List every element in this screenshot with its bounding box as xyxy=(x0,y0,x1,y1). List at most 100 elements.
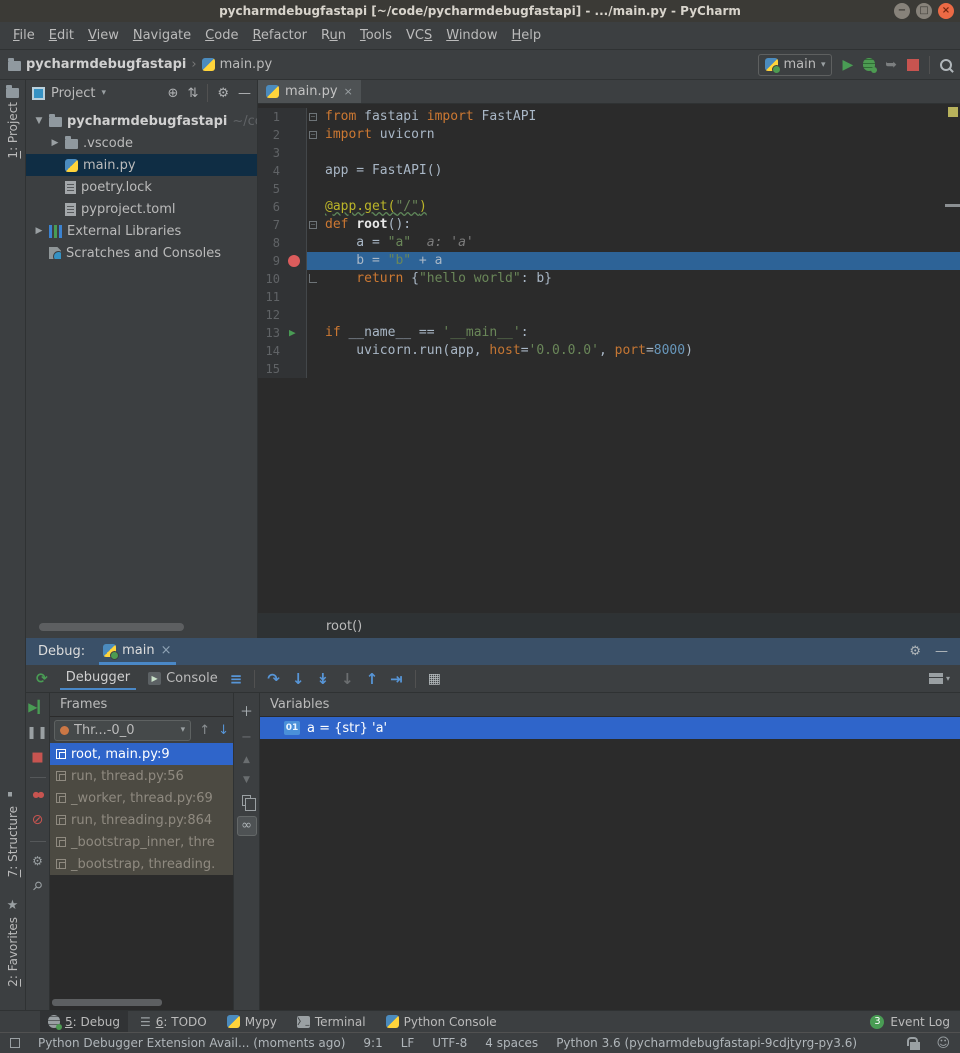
fold-column[interactable] xyxy=(306,324,320,342)
breakpoint-icon[interactable] xyxy=(288,255,300,267)
gutter[interactable] xyxy=(284,270,306,288)
gutter[interactable] xyxy=(284,126,306,144)
force-step-into-icon[interactable]: ↓ xyxy=(341,670,354,688)
close-icon[interactable]: × xyxy=(161,643,172,658)
fold-column[interactable]: − xyxy=(306,108,320,126)
tree-item-pycharmdebugfastapi[interactable]: ▼pycharmdebugfastapi ~/code/pycharmdebug… xyxy=(26,110,257,132)
warning-stripe-mark[interactable] xyxy=(945,204,960,207)
view-options-icon[interactable]: ≡ xyxy=(230,670,243,688)
tab-debugger[interactable]: Debugger xyxy=(60,667,136,690)
menu-file[interactable]: File xyxy=(6,24,42,47)
run-config-selector[interactable]: main ▾ xyxy=(758,54,832,76)
frame-row[interactable]: _bootstrap, threading. xyxy=(50,853,233,875)
menu-navigate[interactable]: Navigate xyxy=(126,24,198,47)
gutter[interactable] xyxy=(284,306,306,324)
breadcrumb-file[interactable]: main.py xyxy=(220,57,273,72)
line-number[interactable]: 5 xyxy=(258,180,284,198)
line-number[interactable]: 14 xyxy=(258,342,284,360)
next-frame-icon[interactable]: ↓ xyxy=(218,723,229,738)
code-line[interactable]: 5 xyxy=(258,180,960,198)
expand-arrow-icon[interactable]: ▶ xyxy=(50,138,60,148)
gear-icon[interactable]: ⚙ xyxy=(909,644,921,659)
pin-icon[interactable]: ⚲ xyxy=(30,879,45,894)
stop-button[interactable]: ■ xyxy=(31,751,43,764)
rerun-icon[interactable]: ⟳ xyxy=(36,672,48,686)
step-out-icon[interactable]: ↑ xyxy=(366,670,379,688)
fold-column[interactable] xyxy=(306,180,320,198)
event-log-button[interactable]: 3 Event Log xyxy=(870,1015,960,1029)
menu-code[interactable]: Code xyxy=(198,24,245,47)
mute-breakpoints-button[interactable]: ⊘ xyxy=(32,812,44,828)
fold-column[interactable] xyxy=(306,288,320,306)
tab-main-py[interactable]: main.py × xyxy=(258,80,361,103)
code-line[interactable]: 8 a = "a" a: 'a' xyxy=(258,234,960,252)
toolwindow-python-console[interactable]: Python Console xyxy=(378,1011,505,1032)
line-number[interactable]: 11 xyxy=(258,288,284,306)
fold-icon[interactable]: − xyxy=(309,131,317,139)
tree-item--vscode[interactable]: ▶.vscode xyxy=(26,132,257,154)
gutter[interactable] xyxy=(284,360,306,378)
line-number[interactable]: 10 xyxy=(258,270,284,288)
gutter[interactable] xyxy=(284,342,306,360)
sidebar-item-structure[interactable]: 7: Structure xyxy=(0,792,25,877)
menu-view[interactable]: View xyxy=(81,24,126,47)
tab-console[interactable]: ▶ Console xyxy=(148,671,218,686)
status-message[interactable]: Python Debugger Extension Avail... (mome… xyxy=(38,1036,345,1050)
gutter[interactable] xyxy=(284,252,306,270)
fold-column[interactable] xyxy=(306,234,320,252)
sidebar-item-favorites[interactable]: ★ 2: Favorites xyxy=(0,898,25,987)
debug-session-tab[interactable]: main × xyxy=(99,638,175,665)
close-button[interactable]: × xyxy=(938,3,954,19)
show-watches-toggle[interactable]: ∞ xyxy=(237,816,257,836)
menu-run[interactable]: Run xyxy=(314,24,353,47)
code-line[interactable]: 13▶if __name__ == '__main__': xyxy=(258,324,960,342)
code-line[interactable]: 2−import uvicorn xyxy=(258,126,960,144)
variable-row[interactable]: 01 a = {str} 'a' xyxy=(260,717,960,739)
sidebar-item-project[interactable]: 1: Project xyxy=(0,86,25,159)
thread-selector[interactable]: Thr...-0_0 ▾ xyxy=(54,720,191,741)
code-line[interactable]: 1−from fastapi import FastAPI xyxy=(258,108,960,126)
gutter[interactable] xyxy=(284,234,306,252)
fold-column[interactable] xyxy=(306,342,320,360)
frame-row[interactable]: _bootstrap_inner, thre xyxy=(50,831,233,853)
code-line[interactable]: 7−def root(): xyxy=(258,216,960,234)
code-line[interactable]: 3 xyxy=(258,144,960,162)
inspection-profile-icon[interactable]: ☺ xyxy=(936,1036,950,1051)
line-number[interactable]: 6 xyxy=(258,198,284,216)
run-to-cursor-icon[interactable]: ⇥ xyxy=(390,670,403,688)
gutter[interactable] xyxy=(284,144,306,162)
file-encoding[interactable]: UTF-8 xyxy=(432,1036,467,1050)
gutter[interactable] xyxy=(284,162,306,180)
run-button[interactable]: ▶ xyxy=(842,58,853,72)
toolwindow-5-debug[interactable]: 5: Debug xyxy=(40,1011,128,1032)
fold-icon[interactable]: − xyxy=(309,113,317,121)
duplicate-icon[interactable] xyxy=(242,795,251,806)
toolwindow-mypy[interactable]: Mypy xyxy=(219,1011,285,1032)
move-down-icon[interactable]: ▼ xyxy=(243,775,250,785)
menu-window[interactable]: Window xyxy=(439,24,504,47)
line-number[interactable]: 4 xyxy=(258,162,284,180)
gutter[interactable] xyxy=(284,180,306,198)
collapse-all-icon[interactable]: ⇅ xyxy=(187,86,198,101)
line-number[interactable]: 15 xyxy=(258,360,284,378)
chevron-down-icon[interactable]: ▾ xyxy=(101,88,106,98)
view-breakpoints-button[interactable]: ●● xyxy=(33,791,43,799)
gutter[interactable] xyxy=(284,216,306,234)
fold-column[interactable] xyxy=(306,162,320,180)
menu-vcs[interactable]: VCS xyxy=(399,24,439,47)
menu-edit[interactable]: Edit xyxy=(42,24,81,47)
line-number[interactable]: 8 xyxy=(258,234,284,252)
evaluate-expression-icon[interactable]: ▦ xyxy=(428,671,441,687)
frame-row[interactable]: run, threading.py:864 xyxy=(50,809,233,831)
debugger-settings-gear-icon[interactable]: ⚙ xyxy=(32,855,43,867)
code-editor[interactable]: 1−from fastapi import FastAPI2−import uv… xyxy=(258,104,960,613)
run-gutter-icon[interactable]: ▶ xyxy=(289,326,296,339)
close-icon[interactable]: × xyxy=(344,85,353,98)
gear-icon[interactable]: ⚙ xyxy=(217,86,229,101)
gutter[interactable] xyxy=(284,108,306,126)
fold-column[interactable] xyxy=(306,252,320,270)
toolwindow-terminal[interactable]: 〉_Terminal xyxy=(289,1011,374,1032)
debug-button[interactable] xyxy=(863,58,875,71)
breadcrumb-project[interactable]: pycharmdebugfastapi xyxy=(26,57,186,72)
code-line[interactable]: 4app = FastAPI() xyxy=(258,162,960,180)
